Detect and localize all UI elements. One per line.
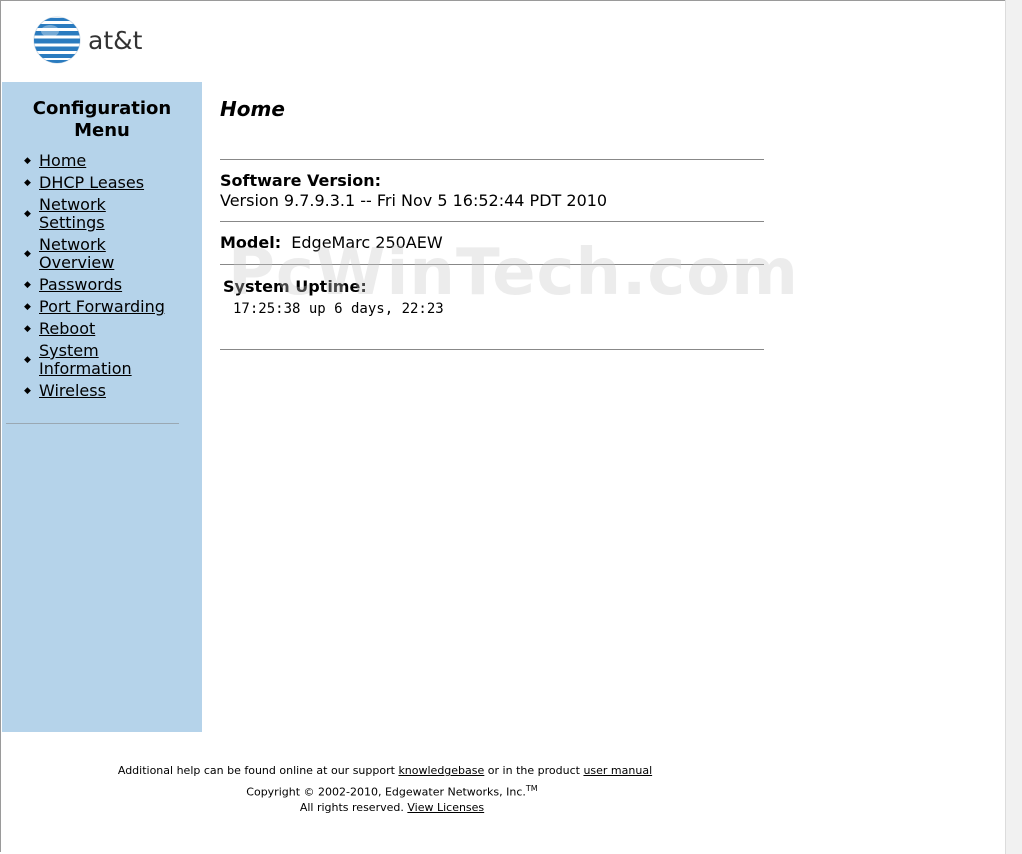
- menu-item-system-information: ◆ System Information: [2, 342, 202, 378]
- page-title: Home: [220, 97, 285, 121]
- bullet-icon: ◆: [24, 355, 31, 365]
- software-version-label: Software Version:: [220, 171, 382, 190]
- menu-link-reboot[interactable]: Reboot: [39, 320, 159, 338]
- bullet-icon: ◆: [24, 324, 31, 334]
- menu-item-passwords: ◆ Passwords: [2, 276, 202, 294]
- system-uptime-value: 17:25:38 up 6 days, 22:23: [233, 301, 444, 317]
- menu-link-home[interactable]: Home: [39, 152, 159, 170]
- menu-item-network-settings: ◆ Network Settings: [2, 196, 202, 232]
- menu-item-reboot: ◆ Reboot: [2, 320, 202, 338]
- footer: Additional help can be found online at o…: [0, 763, 770, 815]
- menu-item-dhcp-leases: ◆ DHCP Leases: [2, 174, 202, 192]
- model-label: Model:: [220, 233, 282, 252]
- bullet-icon: ◆: [24, 209, 31, 219]
- att-logo: at&t: [33, 16, 142, 64]
- help-line: Additional help can be found online at o…: [117, 764, 653, 777]
- bullet-icon: ◆: [24, 156, 31, 166]
- model-value: EdgeMarc 250AEW: [291, 233, 443, 252]
- bullet-icon: ◆: [24, 249, 31, 259]
- att-globe-icon: [33, 16, 81, 64]
- vertical-scrollbar[interactable]: [1005, 0, 1022, 854]
- rights-line: All rights reserved. View Licenses: [299, 800, 485, 814]
- menu-link-dhcp-leases[interactable]: DHCP Leases: [39, 174, 159, 192]
- main-content: Home Software Version: Version 9.7.9.3.1…: [220, 82, 765, 350]
- bullet-icon: ◆: [24, 280, 31, 290]
- menu-item-port-forwarding: ◆ Port Forwarding: [2, 298, 202, 316]
- copyright-line: Copyright © 2002-2010, Edgewater Network…: [246, 784, 538, 799]
- menu-link-wireless[interactable]: Wireless: [39, 382, 159, 400]
- menu-item-wireless: ◆ Wireless: [2, 382, 202, 400]
- uptime-section: System Uptime: 17:25:38 up 6 days, 22:23: [220, 277, 765, 319]
- menu-list: ◆ Home ◆ DHCP Leases ◆ Network Settings …: [2, 152, 202, 400]
- menu-title: Configuration Menu: [32, 98, 172, 141]
- menu-link-network-overview[interactable]: Network Overview: [39, 236, 119, 272]
- configuration-menu: Configuration Menu ◆ Home ◆ DHCP Leases …: [2, 82, 202, 732]
- software-version-value: Version 9.7.9.3.1 -- Fri Nov 5 16:52:44 …: [220, 191, 608, 210]
- user-manual-link[interactable]: user manual: [583, 764, 652, 777]
- menu-link-network-settings[interactable]: Network Settings: [39, 196, 119, 232]
- menu-link-port-forwarding[interactable]: Port Forwarding: [39, 298, 179, 316]
- menu-item-network-overview: ◆ Network Overview: [2, 236, 202, 272]
- att-logo-text: at&t: [88, 25, 143, 55]
- menu-link-passwords[interactable]: Passwords: [39, 276, 159, 294]
- bullet-icon: ◆: [24, 386, 31, 396]
- knowledgebase-link[interactable]: knowledgebase: [398, 764, 484, 777]
- model-row: Model: EdgeMarc 250AEW: [220, 233, 765, 253]
- divider: [220, 349, 764, 350]
- view-licenses-link[interactable]: View Licenses: [407, 801, 484, 814]
- bullet-icon: ◆: [24, 302, 31, 312]
- menu-item-home: ◆ Home: [2, 152, 202, 170]
- sidebar-divider: [6, 423, 179, 424]
- bullet-icon: ◆: [24, 178, 31, 188]
- menu-link-system-information[interactable]: System Information: [39, 342, 139, 378]
- system-uptime-label: System Uptime:: [223, 277, 367, 296]
